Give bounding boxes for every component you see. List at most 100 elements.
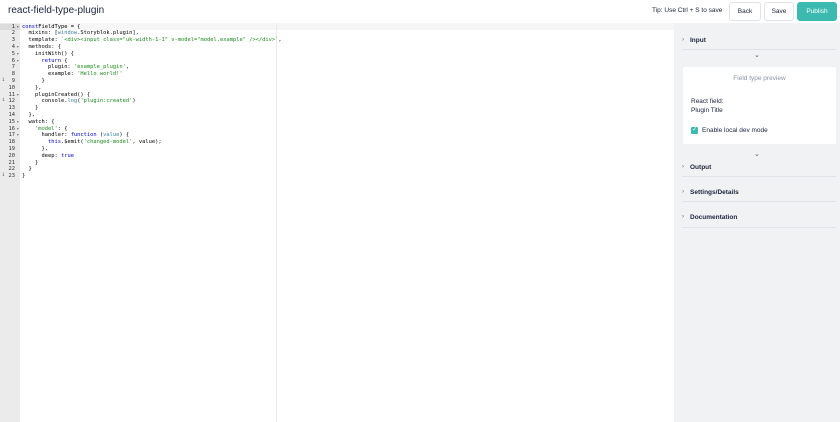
line-number-text: 1 (11, 23, 15, 30)
line-number-text: 7 (11, 64, 15, 71)
code-token: .Storyblok.plugin], (77, 30, 139, 37)
code-line[interactable]: }, (22, 112, 35, 119)
line-number: 16 ▾ (0, 126, 20, 133)
code-line[interactable]: } (22, 166, 32, 173)
line-number: 7 (0, 64, 20, 71)
code-token: } (22, 105, 39, 112)
back-button[interactable]: Back (729, 2, 761, 21)
preview-title: Field type preview (733, 75, 786, 82)
code-line[interactable]: }, (22, 146, 48, 153)
line-number: 19 (0, 146, 20, 153)
fold-toggle-icon[interactable]: ▾ (17, 58, 19, 65)
code-line[interactable]: mixins: [window.Storyblok.plugin], (22, 30, 139, 37)
caret-right-icon: › (682, 214, 684, 220)
code-token: , (278, 37, 282, 44)
fold-toggle-icon[interactable]: ▾ (17, 92, 19, 99)
code-token: value (103, 132, 120, 139)
code-line[interactable]: return { (22, 58, 67, 65)
save-button[interactable]: Save (764, 2, 794, 21)
line-number: 5 ▾ (0, 51, 20, 58)
line-number: 17 ▾ (0, 132, 20, 139)
code-line[interactable]: initWith() { (22, 51, 74, 58)
divider (682, 176, 836, 177)
code-token: } (22, 78, 45, 84)
caret-right-icon: › (682, 164, 684, 170)
line-number: 2 (0, 30, 20, 37)
section-documentation-label: Documentation (690, 213, 738, 221)
code-token: }, (22, 84, 42, 91)
code-line[interactable]: template: `<div><input class="uk-width-1… (22, 37, 282, 44)
publish-button[interactable]: Publish (797, 2, 837, 21)
code-token: window (57, 30, 78, 37)
line-number-text: 13 (8, 105, 16, 112)
section-settings-label: Settings/Details (690, 188, 739, 196)
code-token: log (67, 98, 78, 105)
line-number: 14 (0, 112, 20, 119)
code-line[interactable]: 'model': { (22, 126, 67, 133)
page-title: react-field-type-plugin (8, 5, 105, 16)
code-line[interactable]: deep: true (22, 152, 74, 160)
section-settings-toggle[interactable]: › Settings/Details (682, 183, 836, 201)
code-line[interactable]: handler: function (value) { (22, 132, 129, 139)
chevron-down-icon[interactable]: ⌄ (754, 51, 760, 59)
preview-field-value: Plugin Title (691, 107, 723, 114)
fold-toggle-icon[interactable]: ▾ (17, 119, 19, 126)
code-token: }, (22, 146, 48, 152)
code-line[interactable]: methods: { (22, 44, 61, 51)
annotation-info-icon[interactable]: i (2, 173, 5, 180)
fold-toggle-icon[interactable]: ▾ (17, 51, 19, 58)
code-token: , value); (132, 139, 162, 146)
code-token: true (60, 152, 74, 159)
code-token: } (22, 159, 39, 166)
code-token: return (41, 57, 61, 64)
section-input-toggle[interactable]: › Input (682, 31, 836, 49)
code-line[interactable]: example: 'Hello world!' (22, 71, 123, 78)
code-token: handler: (22, 132, 71, 139)
code-line[interactable]: pluginCreated() { (22, 92, 90, 99)
annotation-info-icon[interactable]: i (2, 98, 5, 105)
code-token: methods: { (22, 44, 61, 50)
code-token: initWith() { (22, 50, 74, 57)
dev-mode-checkbox[interactable]: ✓ (691, 127, 698, 134)
code-token: FieldType = { (38, 23, 81, 30)
fold-toggle-icon[interactable]: ▾ (17, 126, 19, 133)
line-number-text: 5 (11, 50, 15, 57)
code-line[interactable]: watch: { (22, 119, 54, 126)
line-number-text: 15 (8, 118, 16, 125)
line-number: 9i (0, 78, 20, 85)
line-number-text: 12 (8, 98, 16, 105)
code-editor[interactable]: 1 ▾ constFieldType = {2 mixins: [window.St… (0, 23, 674, 422)
code-line[interactable]: }, (22, 84, 42, 92)
line-number: 12 i (0, 98, 20, 105)
line-number-text: 6 (11, 57, 15, 64)
fold-toggle-icon[interactable]: ▾ (17, 132, 19, 139)
section-output-toggle[interactable]: › Output (682, 158, 836, 176)
line-number: 3 (0, 37, 20, 44)
code-line[interactable]: constFieldType = { (22, 24, 80, 31)
fold-toggle-icon[interactable]: ▾ (17, 44, 19, 51)
divider (682, 49, 836, 50)
section-documentation-toggle[interactable]: › Documentation (682, 208, 836, 226)
chevron-down-icon[interactable]: ⌄ (754, 150, 760, 158)
code-token: `<div><input class="uk-width-1-1" v-mode… (60, 37, 279, 44)
code-line[interactable]: } (22, 160, 38, 167)
line-number-text: 4 (11, 44, 15, 50)
code-line[interactable]: this.$emit('changed-model', value); (22, 139, 162, 146)
fold-toggle-icon[interactable]: ▾ (17, 24, 19, 31)
line-number-text: 23 (8, 173, 16, 180)
annotation-info-icon[interactable]: i (2, 78, 5, 85)
code-token: watch: { (22, 118, 55, 125)
code-token: console. (22, 98, 68, 105)
line-number: 21 (0, 160, 20, 167)
code-line[interactable]: plugin: 'example_plugin', (22, 64, 129, 71)
code-line[interactable]: console.log('plugin:created') (22, 98, 135, 105)
code-line[interactable]: } (22, 78, 45, 85)
code-line[interactable]: } (22, 173, 25, 180)
code-token: } (22, 166, 32, 173)
code-line[interactable]: } (22, 105, 38, 112)
active-line-highlight (20, 23, 674, 30)
code-token: const (22, 23, 39, 30)
line-number: 4 ▾ (0, 44, 20, 51)
code-token: }, (22, 112, 35, 118)
